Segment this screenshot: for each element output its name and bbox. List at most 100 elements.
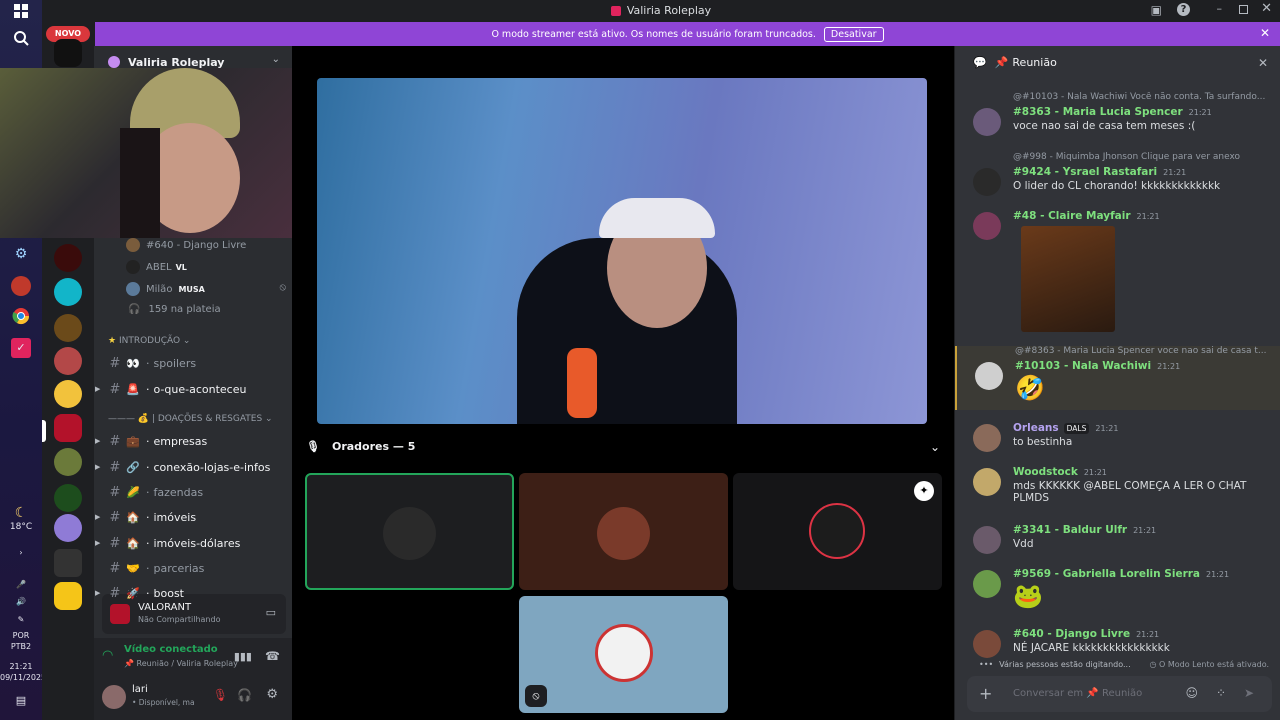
valorant-icon[interactable]: ✓ — [11, 338, 31, 358]
avatar[interactable] — [973, 212, 1001, 240]
speakers-header[interactable]: 🎙 Oradores — 5 — [306, 440, 415, 453]
message-author[interactable]: Woodstock — [1013, 466, 1078, 478]
voice-member-1[interactable]: #640 - Django Livre — [126, 238, 246, 252]
maximize-icon[interactable] — [1239, 5, 1248, 14]
help-icon[interactable]: ? — [1177, 3, 1190, 16]
steam-icon[interactable]: ⚙ — [11, 244, 31, 264]
mic-muted-icon[interactable]: 🎙 — [213, 688, 228, 702]
voice-status-title[interactable]: Vídeo conectado — [124, 644, 218, 655]
main-video[interactable] — [317, 78, 927, 424]
server-icon-valiria[interactable] — [54, 414, 82, 442]
speaker-tile-3[interactable]: ✦ — [733, 473, 942, 590]
channel-2[interactable]: ▶ # 💼 · empresas — [94, 430, 292, 452]
channel-5[interactable]: ▶ # 🏠 · imóveis — [94, 506, 292, 528]
channel-7[interactable]: # 🤝 · parcerias — [94, 557, 292, 579]
channel-1[interactable]: ▶ # 🚨 · o-que-aconteceu — [94, 378, 292, 400]
speaker-tile-2[interactable] — [519, 473, 728, 590]
message-author[interactable]: #640 - Django Livre — [1013, 628, 1130, 640]
message-author[interactable]: #3341 - Baldur Ulfr — [1013, 524, 1127, 536]
user-status[interactable]: • Disponível, mas não muit... — [132, 698, 194, 707]
server-icon-7[interactable] — [54, 448, 82, 476]
voice-member-2[interactable]: ABEL VL — [126, 260, 187, 274]
avatar[interactable] — [973, 424, 1001, 452]
category-intro[interactable]: ★ INTRODUÇÃO ⌄ — [108, 336, 190, 346]
channel-4[interactable]: # 🌽 · fazendas — [94, 481, 292, 503]
channel-3[interactable]: ▶ # 🔗 · conexão-lojas-e-infos — [94, 456, 292, 478]
message-author[interactable]: #48 - Claire Mayfair — [1013, 210, 1131, 222]
channel-0[interactable]: # 👀 · spoilers — [94, 352, 292, 374]
message-input-box[interactable]: + Conversar em 📌 Reunião ☺ ⁘ ➤ — [967, 676, 1272, 712]
send-icon[interactable]: ➤ — [1244, 686, 1254, 700]
app-icon[interactable] — [11, 276, 31, 296]
chevron-down-icon[interactable]: ⌄ — [930, 440, 940, 454]
search-icon[interactable] — [11, 30, 31, 50]
disconnect-icon[interactable]: ☎ — [265, 649, 280, 663]
server-icon-11[interactable] — [54, 582, 82, 610]
avatar[interactable] — [102, 685, 126, 709]
chrome-icon[interactable] — [11, 307, 31, 327]
reply-preview[interactable]: @#10103 - Nala Wachiwi Você não conta. T… — [1013, 92, 1275, 102]
server-icon-2[interactable] — [54, 244, 82, 272]
avatar[interactable] — [973, 168, 1001, 196]
avatar[interactable] — [973, 630, 1001, 658]
server-icon-8[interactable] — [54, 484, 82, 512]
speaker-tile-4[interactable]: ⦸ — [519, 596, 728, 713]
server-icon-9[interactable] — [54, 514, 82, 542]
lang-layout[interactable]: PTB2 — [0, 642, 42, 652]
mic-icon[interactable]: 🎤 — [0, 580, 42, 590]
lang-label[interactable]: POR — [0, 631, 42, 641]
avatar[interactable] — [973, 468, 1001, 496]
avatar[interactable] — [973, 526, 1001, 554]
message-author[interactable]: #10103 - Nala Wachiwi — [1015, 360, 1151, 372]
speaker-tile-1[interactable] — [305, 473, 514, 590]
server-icon-6[interactable] — [54, 380, 82, 408]
reply-preview[interactable]: @#998 - Miquimba Jhonson Clique para ver… — [1013, 152, 1275, 162]
server-icon-3[interactable] — [54, 278, 82, 306]
pen-icon[interactable]: ✎ — [0, 615, 42, 625]
reply-preview[interactable]: @#8363 - Maria Lucia Spencer voce nao sa… — [1015, 346, 1277, 356]
server-icon-5[interactable] — [54, 347, 82, 375]
message-author[interactable]: Orleans — [1013, 422, 1059, 434]
clock-time[interactable]: 21:21 — [0, 662, 42, 672]
message-author[interactable]: #9569 - Gabriella Lorelin Sierra — [1013, 568, 1200, 580]
message-author[interactable]: #8363 - Maria Lucia Spencer — [1013, 106, 1183, 118]
emoji-icon[interactable]: ☺ — [1185, 686, 1198, 700]
message-image[interactable] — [1021, 226, 1115, 332]
audience-count[interactable]: 🎧 159 na plateia — [128, 304, 221, 315]
chevron-up-icon[interactable]: › — [0, 548, 42, 558]
channel-8[interactable]: ▶ # 🚀 · boost — [94, 582, 292, 604]
category-donations[interactable]: ——— 💰 | DOAÇÕES & RESGATES ⌄ — [108, 414, 273, 424]
voice-location[interactable]: 📌 Reunião / Valiria Roleplay — [124, 659, 238, 668]
volume-icon[interactable]: 🔊 — [0, 597, 42, 607]
windows-start-icon[interactable] — [11, 4, 31, 24]
minimize-icon[interactable]: – — [1217, 2, 1223, 15]
message-input[interactable]: Conversar em 📌 Reunião — [1013, 688, 1142, 699]
signal-icon[interactable]: ◠ — [102, 648, 113, 663]
voice-member-3[interactable]: Milão MUSA ⦸ — [126, 282, 286, 296]
close-banner-icon[interactable]: ✕ — [1260, 26, 1270, 40]
server-icon-10[interactable] — [54, 549, 82, 577]
channel-6[interactable]: ▶ # 🏠 · imóveis-dólares — [94, 532, 292, 554]
chevron-down-icon[interactable]: ⌄ — [272, 54, 280, 65]
stream-icon[interactable]: ▭ — [266, 606, 276, 619]
inbox-icon[interactable]: ▣ — [1151, 3, 1162, 17]
avatar[interactable] — [975, 362, 1003, 390]
message-author[interactable]: #9424 - Ysrael Rastafari — [1013, 166, 1157, 178]
add-attachment-icon[interactable]: + — [979, 684, 992, 703]
message-header: Orleans DALS 21:21 — [1013, 422, 1118, 434]
close-chat-icon[interactable]: ✕ — [1258, 56, 1268, 70]
clock-date[interactable]: 09/11/2025 — [0, 673, 46, 683]
chat-message[interactable]: @#8363 - Maria Lucia Spencer voce nao sa… — [955, 346, 1280, 410]
noise-suppression-icon[interactable]: ▮▮▮ — [234, 650, 252, 663]
username[interactable]: lari — [132, 684, 148, 695]
server-icon-4[interactable] — [54, 314, 82, 342]
avatar[interactable] — [973, 570, 1001, 598]
close-window-icon[interactable]: ✕ — [1261, 1, 1272, 16]
disable-streamer-button[interactable]: Desativar — [823, 26, 884, 42]
settings-gear-icon[interactable]: ⚙ — [266, 687, 278, 702]
notifications-icon[interactable]: ▤ — [0, 695, 42, 706]
headphones-icon[interactable]: 🎧 — [237, 688, 252, 702]
server-icon-1[interactable] — [54, 39, 82, 67]
avatar[interactable] — [973, 108, 1001, 136]
apps-icon[interactable]: ⁘ — [1216, 686, 1226, 700]
